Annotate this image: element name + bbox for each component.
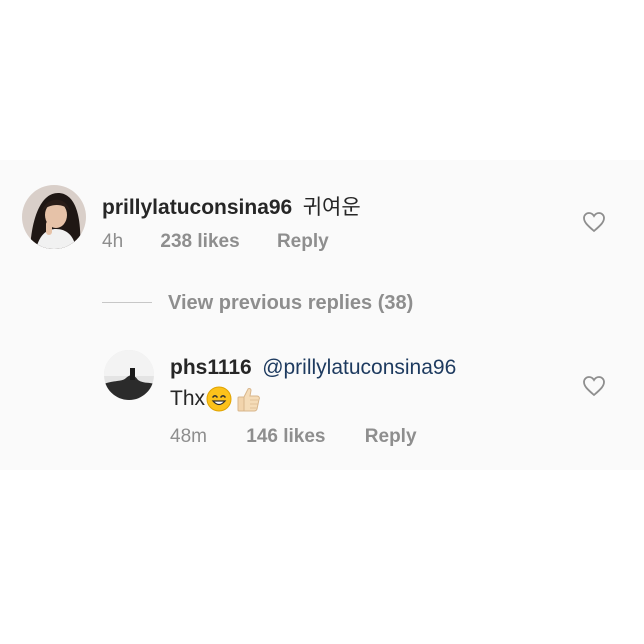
avatar[interactable] (104, 350, 154, 400)
view-previous-replies-link[interactable]: View previous replies (38) (168, 292, 413, 315)
reply-username[interactable]: phs1116 (170, 356, 252, 379)
reply-reply-button[interactable]: Reply (365, 426, 417, 447)
smiling-face-emoji (206, 386, 232, 412)
reply-mention[interactable]: @prillylatuconsina96 (262, 356, 456, 379)
avatar[interactable] (22, 185, 86, 249)
screenshot-frame: prillylatuconsina96 귀여운 4h 238 likes Rep… (0, 0, 644, 644)
comment-reply-button[interactable]: Reply (277, 231, 329, 252)
reply-likes[interactable]: 146 likes (246, 426, 325, 447)
heart-outline-icon[interactable] (582, 375, 606, 397)
replies-divider (102, 302, 152, 303)
comment-likes[interactable]: 238 likes (160, 231, 239, 252)
comment-time: 4h (102, 231, 124, 252)
comment-meta: 4h 238 likes Reply (102, 231, 329, 253)
thumbs-up-emoji (237, 388, 260, 412)
reply-time: 48m (170, 426, 207, 447)
reply-text: Thx (170, 387, 206, 410)
reply-line: phs1116 @prillylatuconsina96 (170, 356, 456, 380)
comment-line: prillylatuconsina96 귀여운 (102, 191, 361, 221)
reply-text-line: Thx (170, 385, 262, 413)
comment-text: 귀여운 (302, 196, 361, 219)
heart-outline-icon[interactable] (582, 211, 606, 233)
comment-username[interactable]: prillylatuconsina96 (102, 196, 292, 219)
reply-meta: 48m 146 likes Reply (170, 426, 417, 448)
